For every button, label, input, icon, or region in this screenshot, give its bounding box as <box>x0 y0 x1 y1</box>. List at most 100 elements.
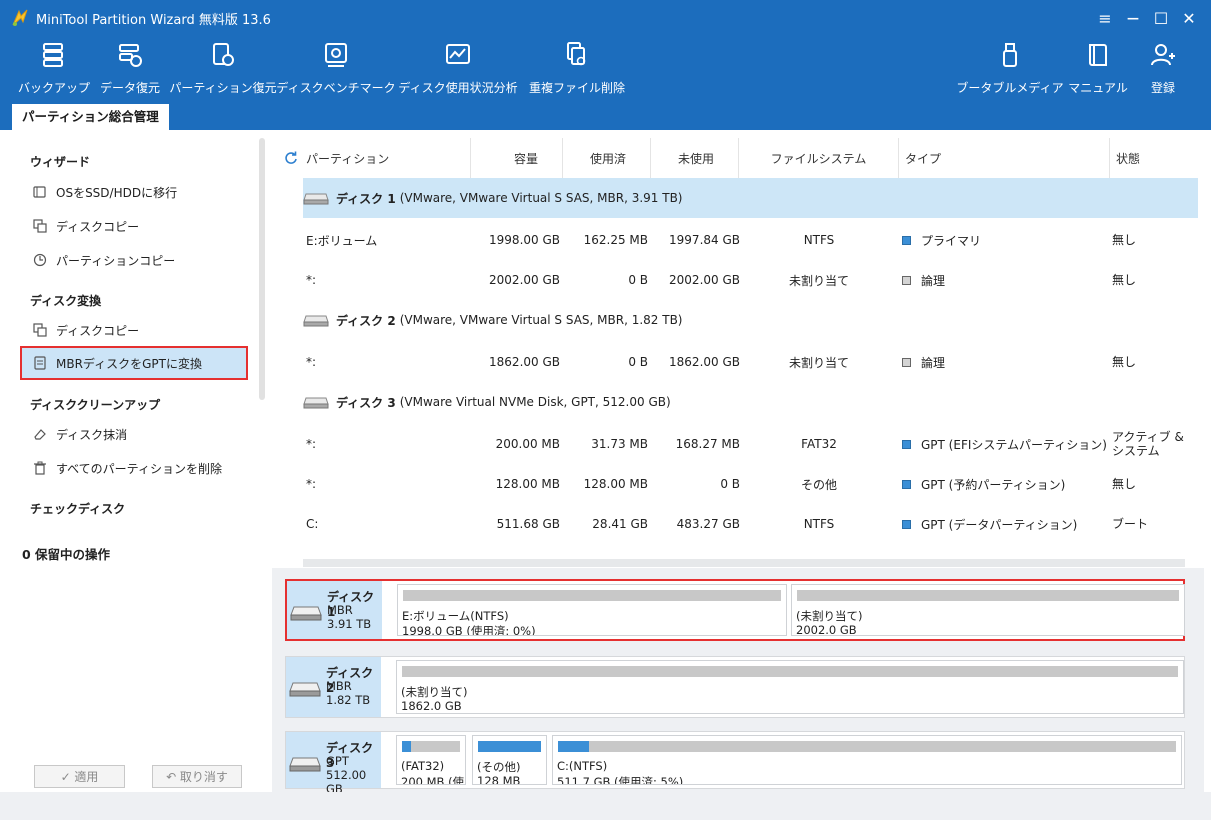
col-partition-label: パーティション <box>306 151 390 166</box>
usage-bar-fill <box>558 741 589 752</box>
sidebar-item-delete-all-partitions[interactable]: すべてのパーティションを削除 <box>32 454 246 482</box>
left-panel-scrollbar[interactable] <box>259 138 265 400</box>
col-capacity[interactable]: 容量 <box>471 138 563 178</box>
trash-icon <box>32 460 48 476</box>
section-title-disk-cleanup: ディスククリーンアップ <box>30 398 161 412</box>
partition-size: 128 MB <box>477 774 521 785</box>
toolbar-disk-benchmark[interactable]: ディスクベンチマーク <box>276 40 396 98</box>
disk-icon <box>303 315 329 327</box>
left-bottom-bar: ✓ 適用 ↶ 取り消す <box>10 760 265 792</box>
partition-label: C:(NTFS) <box>557 759 608 773</box>
sidebar-item-label: MBRディスクをGPTに変換 <box>56 356 202 371</box>
usage-bar <box>403 590 781 601</box>
col-partition[interactable]: パーティション <box>272 138 471 178</box>
usage-bar <box>402 666 1178 677</box>
disk-map-disk[interactable]: ディスク 1 MBR 3.91 TB E:ボリューム(NTFS) 1998.0 GB (… <box>285 579 1185 641</box>
sidebar-item-migrate-os[interactable]: OSをSSD/HDDに移行 <box>32 178 246 206</box>
cell-filesystem: 未割り当て <box>788 355 849 370</box>
disk-map-disk[interactable]: ディスク 2 MBR 1.82 TB (未割り当て) 1862.0 GB <box>285 656 1185 718</box>
disk-map-label[interactable]: ディスク 3 GPT 512.00 GB <box>286 732 381 796</box>
data-recovery-icon <box>115 40 145 70</box>
hamburger-icon: ≡ <box>1098 8 1112 28</box>
cell-filesystem: 未割り当て <box>788 273 849 288</box>
col-unused[interactable]: 未使用 <box>651 138 739 178</box>
sidebar-item-disk-copy-2[interactable]: ディスクコピー <box>32 316 246 344</box>
cell-partition: *: <box>306 273 317 287</box>
toolbar-data-recovery[interactable]: データ復元 <box>100 40 160 98</box>
section-title-disk-convert: ディスク変換 <box>30 294 102 308</box>
table-row[interactable]: *: 128.00 MB 128.00 MB 0 B その他 GPT (予約パーティション… <box>303 464 1198 504</box>
undo-button[interactable]: ↶ 取り消す <box>152 765 242 788</box>
table-row[interactable]: E:ボリューム 1998.00 GB 162.25 MB 1997.84 GB NTFS… <box>303 220 1198 260</box>
sidebar-item-convert-mbr-to-gpt[interactable]: MBRディスクをGPTに変換 <box>20 346 248 380</box>
col-filesystem[interactable]: ファイルシステム <box>739 138 899 178</box>
cell-partition: C: <box>306 517 319 531</box>
sidebar-item-partition-copy[interactable]: パーティションコピー <box>32 246 246 274</box>
disk-row[interactable]: ディスク 2 (VMware, VMware Virtual S SAS, MBR… <box>303 300 1198 340</box>
toolbar-label: ディスクベンチマーク <box>276 81 396 95</box>
cell-filesystem: その他 <box>800 477 837 492</box>
disk-name: ディスク 1 <box>336 191 396 206</box>
disk-map-label[interactable]: ディスク 2 MBR 1.82 TB <box>286 657 381 717</box>
disk-row[interactable]: ディスク 3 (VMware Virtual NVMe Disk, GPT, 51… <box>303 382 1198 422</box>
toolbar-bootable-media[interactable]: ブータブルメディア <box>956 40 1064 98</box>
disk-map-scheme: GPT <box>326 754 349 768</box>
bootable-media-icon <box>995 40 1025 70</box>
sidebar-item-disk-copy[interactable]: ディスクコピー <box>32 212 246 240</box>
cell-used: 128.00 MB <box>583 477 648 491</box>
toolbar-register[interactable]: 登録 <box>1146 40 1180 98</box>
cell-unused: 1997.84 GB <box>669 233 740 247</box>
disk-icon <box>303 397 329 409</box>
cell-unused: 1862.00 GB <box>669 355 740 369</box>
disk-map-partition[interactable]: E:ボリューム(NTFS) 1998.0 GB (使用済: 0%) <box>397 584 787 636</box>
minimize-button[interactable]: — <box>1119 6 1147 30</box>
partition-size: 2002.0 GB <box>796 623 857 636</box>
disk-row[interactable]: ディスク 1 (VMware, VMware Virtual S SAS, MBR… <box>303 178 1198 218</box>
close-icon: ✕ <box>1182 8 1196 28</box>
duplicate-file-icon <box>562 40 592 70</box>
toolbar-space-analyzer[interactable]: ディスク使用状況分析 <box>398 40 518 98</box>
cell-used: 162.25 MB <box>583 233 648 247</box>
table-row[interactable]: *: 1862.00 GB 0 B 1862.00 GB 未割り当て 論理 無し <box>303 342 1198 382</box>
cell-unused: 168.27 MB <box>675 437 740 451</box>
col-used[interactable]: 使用済 <box>563 138 651 178</box>
toolbar-duplicate-file[interactable]: 重複ファイル削除 <box>529 40 625 98</box>
toolbar-partition-recovery[interactable]: パーティション復元 <box>169 40 277 98</box>
usage-bar <box>797 590 1179 601</box>
cell-filesystem: NTFS <box>803 233 835 247</box>
toolbar-manual[interactable]: マニュアル <box>1068 40 1128 98</box>
disk-map-label[interactable]: ディスク 1 MBR 3.91 TB <box>287 581 382 639</box>
toolbar-backup[interactable]: バックアップ <box>18 40 90 98</box>
disk-map-scheme: MBR <box>326 679 352 693</box>
cell-type: GPT (予約パーティション) <box>902 464 1110 504</box>
sidebar-item-disk-wipe[interactable]: ディスク抹消 <box>32 420 246 448</box>
table-row[interactable]: *: 2002.00 GB 0 B 2002.00 GB 未割り当て 論理 無し <box>303 260 1198 300</box>
top-bar: MiniTool Partition Wizard 無料版 13.6 ≡ — ☐… <box>0 0 1211 130</box>
sidebar-item-label: パーティションコピー <box>56 253 176 268</box>
col-status[interactable]: 状態 <box>1110 138 1204 178</box>
disk-map-partition[interactable]: (未割り当て) 2002.0 GB <box>791 584 1185 636</box>
register-icon <box>1148 40 1178 70</box>
menu-button[interactable]: ≡ <box>1091 6 1119 30</box>
partition-label: (その他) <box>477 760 521 774</box>
table-row[interactable]: C: 511.68 GB 28.41 GB 483.27 GB NTFS GPT (データ… <box>303 504 1198 544</box>
refresh-icon[interactable] <box>284 151 298 165</box>
usage-bar <box>558 741 1176 752</box>
usage-bar-fill <box>478 741 541 752</box>
tab-partition-management[interactable]: パーティション総合管理 <box>12 104 169 130</box>
disk-map-partition[interactable]: (その他) 128 MB <box>472 735 547 785</box>
cell-partition: *: <box>306 437 317 451</box>
hard-disk-icon <box>290 606 322 621</box>
cell-partition: *: <box>306 477 317 491</box>
disk-map-partition[interactable]: (FAT32) 200 MB (使用 <box>396 735 466 785</box>
maximize-button[interactable]: ☐ <box>1147 6 1175 30</box>
close-button[interactable]: ✕ <box>1175 6 1203 30</box>
col-type[interactable]: タイプ <box>899 138 1110 178</box>
apply-button[interactable]: ✓ 適用 <box>34 765 125 788</box>
table-horizontal-scrollbar[interactable] <box>303 559 1185 567</box>
disk-name: ディスク 3 <box>336 395 396 410</box>
table-row[interactable]: *: 200.00 MB 31.73 MB 168.27 MB FAT32 GPT (EF… <box>303 424 1198 464</box>
disk-map-partition[interactable]: C:(NTFS) 511.7 GB (使用済: 5%) <box>552 735 1182 785</box>
disk-map-disk[interactable]: ディスク 3GPT512.00 GB (FAT32) 200 MB (使用 (その他)… <box>285 731 1185 796</box>
disk-map-partition[interactable]: (未割り当て) 1862.0 GB <box>396 660 1184 714</box>
